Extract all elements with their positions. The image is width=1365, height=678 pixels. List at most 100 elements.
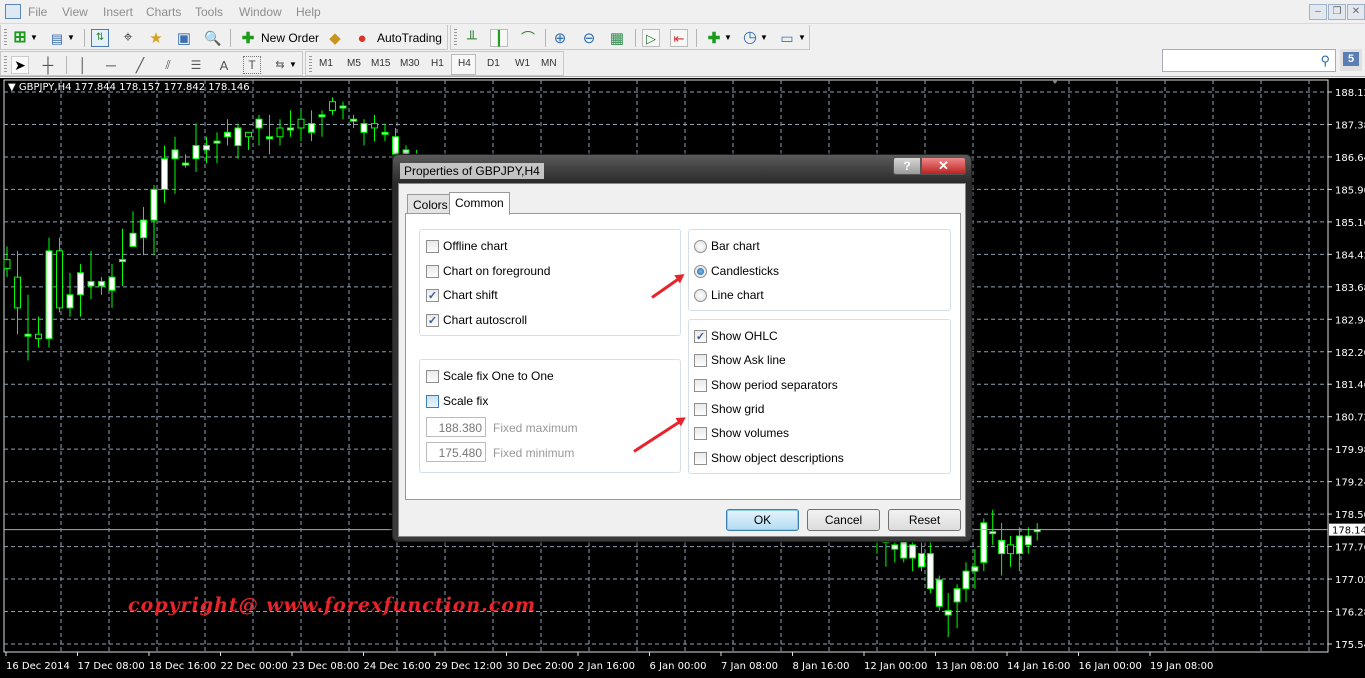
dropdown-arrow-icon[interactable]: ▼ (29, 29, 39, 47)
market-watch-icon[interactable]: ⇅ (91, 29, 109, 47)
menu-window[interactable]: Window (239, 5, 282, 19)
autotrading-icon[interactable]: ● (353, 29, 371, 47)
toolbar-grip[interactable] (454, 29, 457, 46)
show-ohlc-checkbox[interactable]: ✓ (694, 329, 707, 343)
scale-fix-one-to-one-checkbox[interactable] (426, 369, 439, 383)
auto-scroll-icon[interactable]: ▷ (642, 29, 660, 47)
menu-charts[interactable]: Charts (146, 5, 181, 19)
menu-file[interactable]: File (28, 5, 47, 19)
show-object-descriptions-option[interactable]: Show object descriptions (694, 451, 844, 465)
show-ask-line-option[interactable]: Show Ask line (694, 353, 786, 367)
navigator-icon[interactable]: ★ (147, 29, 165, 47)
show-ask-line-checkbox[interactable] (694, 353, 707, 367)
menu-view[interactable]: View (62, 5, 88, 19)
chart-shift-checkbox[interactable]: ✓ (426, 288, 439, 302)
terminal-icon[interactable]: ▣ (175, 29, 193, 47)
close-window-button[interactable]: ✕ (1347, 4, 1365, 20)
new-chart-icon[interactable]: ⊞ (11, 29, 29, 47)
chart-on-foreground-checkbox[interactable] (426, 264, 439, 278)
chart-autoscroll-option[interactable]: ✓ Chart autoscroll (426, 313, 527, 327)
dropdown-arrow-icon[interactable]: ▼ (759, 29, 769, 47)
cancel-button[interactable]: Cancel (807, 509, 880, 531)
line-chart-option[interactable]: Line chart (694, 288, 764, 302)
fibonacci-icon[interactable]: ☰ (187, 56, 205, 74)
fixed-maximum-input[interactable]: 188.380 (426, 417, 486, 437)
templates-icon[interactable]: ▭ (778, 29, 796, 47)
timeframe-h1[interactable]: H1 (431, 58, 444, 69)
toolbar-grip[interactable] (4, 56, 7, 73)
bar-chart-option[interactable]: Bar chart (694, 239, 760, 253)
menu-tools[interactable]: Tools (195, 5, 223, 19)
timeframe-m30[interactable]: M30 (400, 58, 419, 69)
show-grid-option[interactable]: Show grid (694, 402, 764, 416)
show-period-separators-option[interactable]: Show period separators (694, 378, 838, 392)
show-volumes-option[interactable]: Show volumes (694, 426, 789, 440)
timeframe-h4[interactable]: H4 (458, 58, 471, 69)
timeframe-m1[interactable]: M1 (319, 58, 333, 69)
scale-fix-checkbox[interactable] (426, 394, 439, 408)
toolbar-grip[interactable] (309, 56, 312, 73)
zoom-out-icon[interactable]: ⊖ (580, 29, 598, 47)
ok-button[interactable]: OK (726, 509, 799, 531)
dropdown-arrow-icon[interactable]: ▼ (288, 56, 298, 74)
line-chart-icon[interactable]: ⌒ (519, 29, 537, 47)
chart-menu-arrow-icon[interactable]: ▼ (8, 82, 16, 93)
periods-icon[interactable]: ◷ (741, 29, 759, 47)
dropdown-arrow-icon[interactable]: ▼ (797, 29, 807, 47)
show-volumes-checkbox[interactable] (694, 426, 707, 440)
zoom-in-icon[interactable]: ⊕ (551, 29, 569, 47)
trendline-icon[interactable]: ╱ (131, 56, 149, 74)
text-label-icon[interactable]: T (243, 56, 261, 74)
offline-chart-checkbox[interactable] (426, 239, 439, 253)
chart-on-foreground-option[interactable]: Chart on foreground (426, 264, 550, 278)
menu-help[interactable]: Help (296, 5, 321, 19)
cursor-icon[interactable]: ➤ (11, 56, 29, 74)
reset-button[interactable]: Reset (888, 509, 961, 531)
close-dialog-button[interactable]: ✕ (921, 157, 966, 175)
tab-colors[interactable]: Colors (407, 194, 454, 214)
chart-autoscroll-checkbox[interactable]: ✓ (426, 313, 439, 327)
scale-fix-option[interactable]: Scale fix (426, 394, 488, 408)
restore-button[interactable]: ❐ (1328, 4, 1346, 20)
show-object-descriptions-checkbox[interactable] (694, 451, 707, 465)
chart-shift-icon[interactable]: ⇤ (670, 29, 688, 47)
dropdown-arrow-icon[interactable]: ▼ (723, 29, 733, 47)
candlesticks-option[interactable]: Candlesticks (694, 264, 779, 278)
horizontal-line-icon[interactable]: ─ (102, 56, 120, 74)
text-icon[interactable]: A (215, 56, 233, 74)
profiles-icon[interactable]: ▤ (48, 29, 66, 47)
timeframe-m5[interactable]: M5 (347, 58, 361, 69)
show-ohlc-option[interactable]: ✓ Show OHLC (694, 329, 778, 343)
candlestick-icon[interactable]: ┃ (490, 29, 508, 47)
strategy-tester-icon[interactable]: 🔍 (204, 29, 222, 47)
help-button[interactable]: ? (893, 157, 921, 175)
timeframe-d1[interactable]: D1 (487, 58, 500, 69)
indicators-icon[interactable]: ✚ (705, 29, 723, 47)
vertical-line-icon[interactable]: │ (74, 56, 92, 74)
bar-chart-radio[interactable] (694, 239, 707, 253)
crosshair-icon[interactable]: ┼ (39, 56, 57, 74)
equidistant-channel-icon[interactable]: ⫽ (159, 56, 177, 74)
timeframe-m15[interactable]: M15 (371, 58, 390, 69)
new-order-button[interactable]: New Order (261, 31, 319, 45)
show-grid-checkbox[interactable] (694, 402, 707, 416)
autotrading-button[interactable]: AutoTrading (377, 31, 442, 45)
line-chart-radio[interactable] (694, 288, 707, 302)
show-period-separators-checkbox[interactable] (694, 378, 707, 392)
menu-insert[interactable]: Insert (103, 5, 133, 19)
toolbar-grip[interactable] (4, 29, 7, 46)
new-order-icon[interactable]: ✚ (239, 29, 257, 47)
data-window-icon[interactable]: ⌖ (119, 29, 137, 47)
timeframe-mn[interactable]: MN (541, 58, 557, 69)
tab-common[interactable]: Common (449, 192, 510, 215)
offline-chart-option[interactable]: Offline chart (426, 239, 507, 253)
arrows-icon[interactable]: ⇆ (271, 56, 289, 74)
dropdown-arrow-icon[interactable]: ▼ (66, 29, 76, 47)
chart-shift-option[interactable]: ✓ Chart shift (426, 288, 498, 302)
timeframe-w1[interactable]: W1 (515, 58, 530, 69)
fixed-minimum-input[interactable]: 175.480 (426, 442, 486, 462)
candlesticks-radio[interactable] (694, 264, 707, 278)
metaeditor-icon[interactable]: ◆ (326, 29, 344, 47)
scale-fix-one-to-one-option[interactable]: Scale fix One to One (426, 369, 554, 383)
bar-chart-icon[interactable]: ╨ (463, 29, 481, 47)
